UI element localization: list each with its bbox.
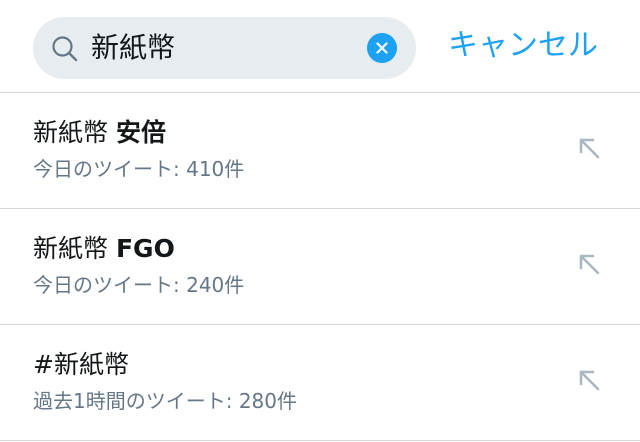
search-header: 新紙幣 キャンセル — [0, 0, 640, 93]
suggestion-item[interactable]: #新紙幣 過去1時間のツイート: 280件 — [0, 325, 640, 441]
search-query-text[interactable]: 新紙幣 — [91, 29, 175, 67]
clear-search-button[interactable] — [367, 33, 397, 63]
suggestion-item[interactable]: 新紙幣 FGO 今日のツイート: 240件 — [0, 209, 640, 325]
suggestion-title: 新紙幣 安倍 — [33, 115, 166, 151]
cancel-button[interactable]: キャンセル — [448, 26, 598, 66]
suggestion-count: 今日のツイート: 240件 — [33, 273, 245, 297]
suggestion-bold-term: 安倍 — [115, 118, 166, 147]
suggestion-item[interactable]: 新紙幣 安倍 今日のツイート: 410件 — [0, 93, 640, 209]
suggestion-title: 新紙幣 FGO — [33, 231, 175, 267]
search-icon — [52, 36, 78, 62]
suggestion-prefix: #新紙幣 — [33, 350, 129, 379]
suggestion-count: 今日のツイート: 410件 — [33, 157, 245, 181]
suggestion-bold-term: FGO — [115, 234, 175, 263]
arrow-up-left-icon[interactable] — [574, 365, 604, 395]
clear-icon — [376, 42, 388, 54]
suggestion-prefix: 新紙幣 — [33, 234, 109, 263]
search-screen: 新紙幣 キャンセル 新紙幣 安倍 今日のツイート: 410件 新紙幣 FGO 今… — [0, 0, 640, 442]
arrow-up-left-icon[interactable] — [574, 249, 604, 279]
suggestion-prefix: 新紙幣 — [33, 118, 109, 147]
suggestion-list: 新紙幣 安倍 今日のツイート: 410件 新紙幣 FGO 今日のツイート: 24… — [0, 93, 640, 441]
suggestion-title: #新紙幣 — [33, 347, 129, 383]
search-input[interactable]: 新紙幣 — [33, 17, 416, 79]
suggestion-count: 過去1時間のツイート: 280件 — [33, 389, 297, 413]
arrow-up-left-icon[interactable] — [574, 133, 604, 163]
